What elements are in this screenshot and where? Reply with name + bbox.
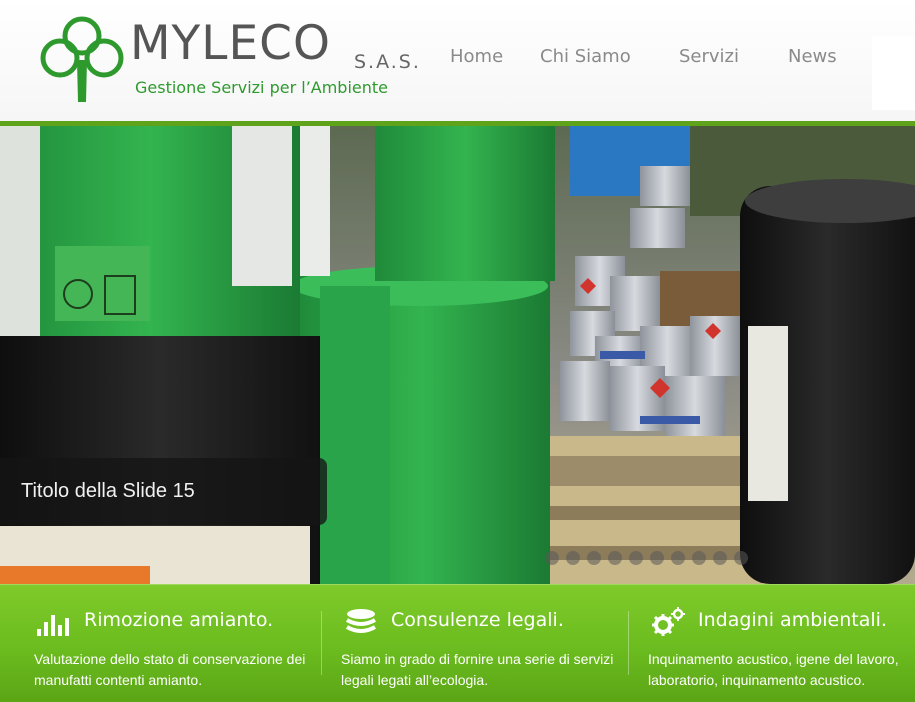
brand-tagline: Gestione Servizi per l’Ambiente [135,78,389,97]
brand-name[interactable]: MYLECO [130,20,331,67]
feature-text: Inquinamento acustico, igene del lavoro,… [648,651,899,688]
stack-icon [346,609,376,633]
slider-dot[interactable] [650,551,664,565]
slider-dot-active[interactable] [734,551,748,565]
feature-title[interactable]: Consulenze legali. [391,609,564,631]
slide-caption-title: Titolo della Slide 15 [21,480,195,502]
brand-suffix: S.A.S. [354,51,421,73]
nav-item-home[interactable]: Home [450,46,503,67]
site-header: MYLECO S.A.S. Gestione Servizi per l’Amb… [0,0,915,121]
nav-item-chi-siamo[interactable]: Chi Siamo [540,46,631,67]
gears-icon [652,607,685,636]
feature-text: Siamo in grado di fornire una serie di s… [341,651,614,688]
slider-dot[interactable] [629,551,643,565]
nav-item-news[interactable]: News [788,46,837,67]
clover-tree-icon[interactable] [40,12,124,104]
features-bar: Rimozione amianto. Valutazione dello sta… [0,584,915,702]
feature-rimozione-amianto: Rimozione amianto. Valutazione dello sta… [34,585,319,702]
feature-divider [321,611,322,675]
slider-dot[interactable] [608,551,622,565]
feature-divider [628,611,629,675]
feature-indagini-ambientali: Indagini ambientali. Inquinamento acusti… [648,585,915,702]
slider-dot[interactable] [587,551,601,565]
feature-text: Valutazione dello stato di conservazione… [34,651,306,688]
slider-dot[interactable] [545,551,559,565]
feature-consulenze-legali: Consulenze legali. Siamo in grado di for… [341,585,626,702]
slider-dot[interactable] [671,551,685,565]
feature-title[interactable]: Indagini ambientali. [698,609,887,631]
bar-chart-icon [37,615,69,636]
hero-slider[interactable]: Titolo della Slide 15 [0,126,915,584]
slide-caption: Titolo della Slide 15 [0,458,327,525]
nav-end-panel [872,36,915,110]
nav-item-servizi[interactable]: Servizi [679,46,739,67]
slider-dot[interactable] [566,551,580,565]
slider-dot[interactable] [692,551,706,565]
slider-dot[interactable] [713,551,727,565]
feature-title[interactable]: Rimozione amianto. [84,609,273,631]
